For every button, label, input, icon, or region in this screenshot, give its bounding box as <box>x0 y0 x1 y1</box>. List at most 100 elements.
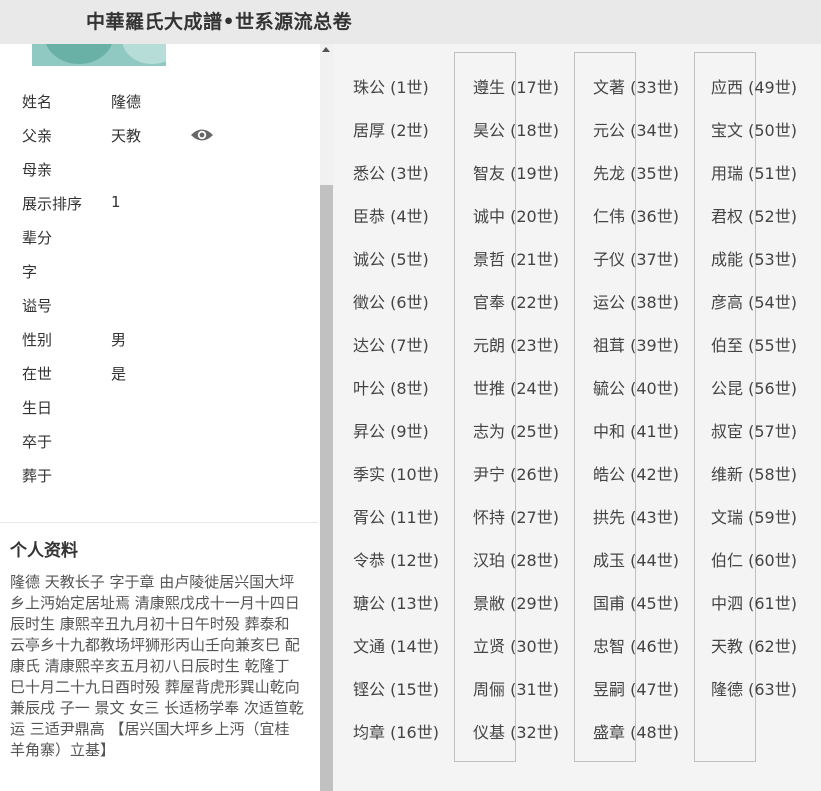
generation-item[interactable]: 景敝 (29世) <box>473 590 559 633</box>
generation-item[interactable]: 维新 (58世) <box>711 461 797 504</box>
generation-item[interactable]: 文著 (33世) <box>593 74 679 117</box>
profile-value: 1 <box>111 193 121 211</box>
profile-label: 字 <box>22 263 38 281</box>
profile-row: 在世 是 <box>0 361 300 395</box>
profile-info-list: 姓名 隆德父亲 天教母亲展示排序 1 辈分字谥号性别 男在世 是生日卒于葬于 <box>0 89 300 497</box>
generation-item[interactable]: 仪基 (32世) <box>473 719 559 762</box>
scrollbar[interactable] <box>320 44 333 791</box>
generation-item[interactable]: 均章 (16世) <box>353 719 439 762</box>
profile-row: 字 <box>0 259 300 293</box>
generation-item[interactable]: 叶公 (8世) <box>353 375 429 418</box>
generation-item[interactable]: 忠智 (46世) <box>593 633 679 676</box>
generation-item[interactable]: 诚公 (5世) <box>353 246 429 289</box>
generation-item[interactable]: 伯仁 (60世) <box>711 547 797 590</box>
generation-item[interactable]: 中泗 (61世) <box>711 590 797 633</box>
generation-item[interactable]: 胥公 (11世) <box>353 504 439 547</box>
generation-item[interactable]: 志为 (25世) <box>473 418 559 461</box>
profile-row: 生日 <box>0 395 300 429</box>
generation-item[interactable]: 昊公 (18世) <box>473 117 559 160</box>
generation-item[interactable]: 公昆 (56世) <box>711 375 797 418</box>
generation-item[interactable]: 瑭公 (13世) <box>353 590 439 633</box>
generation-item[interactable]: 天教 (62世) <box>711 633 797 676</box>
generation-item[interactable]: 世推 (24世) <box>473 375 559 418</box>
generation-item[interactable]: 怀持 (27世) <box>473 504 559 547</box>
profile-row: 姓名 隆德 <box>0 89 300 123</box>
generation-item[interactable]: 皓公 (42世) <box>593 461 679 504</box>
generation-item[interactable]: 运公 (38世) <box>593 289 679 332</box>
profile-row: 展示排序 1 <box>0 191 300 225</box>
generation-item[interactable]: 文瑞 (59世) <box>711 504 797 547</box>
scroll-up-arrow-icon[interactable] <box>322 47 330 52</box>
generation-item[interactable]: 诚中 (20世) <box>473 203 559 246</box>
generation-item[interactable]: 子仪 (37世) <box>593 246 679 289</box>
generation-item[interactable]: 盛章 (48世) <box>593 719 679 762</box>
profile-label: 谥号 <box>22 297 53 315</box>
generation-item[interactable]: 彦高 (54世) <box>711 289 797 332</box>
divider <box>0 522 318 523</box>
generation-item[interactable]: 先龙 (35世) <box>593 160 679 203</box>
profile-row: 葬于 <box>0 463 300 497</box>
profile-label: 父亲 <box>22 127 53 145</box>
generation-item[interactable]: 中和 (41世) <box>593 418 679 461</box>
generation-item[interactable]: 徵公 (6世) <box>353 289 429 332</box>
generation-item[interactable]: 元公 (34世) <box>593 117 679 160</box>
personal-info-heading: 个人资料 <box>10 541 78 561</box>
generation-item[interactable]: 昇公 (9世) <box>353 418 429 461</box>
generation-item[interactable]: 景哲 (21世) <box>473 246 559 289</box>
generation-item[interactable]: 叔宦 (57世) <box>711 418 797 461</box>
page-title: 中華羅氏大成譜•世系源流总卷 <box>86 11 353 33</box>
generation-item[interactable]: 遵生 (17世) <box>473 74 559 117</box>
profile-row: 性别 男 <box>0 327 300 361</box>
profile-row: 母亲 <box>0 157 300 191</box>
generation-item[interactable]: 昱嗣 (47世) <box>593 676 679 719</box>
generation-item[interactable]: 君权 (52世) <box>711 203 797 246</box>
generation-item[interactable]: 周俪 (31世) <box>473 676 559 719</box>
profile-value: 是 <box>111 365 127 383</box>
generation-item[interactable]: 悉公 (3世) <box>353 160 429 203</box>
header-bar: 中華羅氏大成譜•世系源流总卷 <box>0 0 821 44</box>
eye-icon[interactable] <box>190 127 214 143</box>
profile-row: 卒于 <box>0 429 300 463</box>
generation-item[interactable]: 祖茸 (39世) <box>593 332 679 375</box>
generation-item[interactable]: 珠公 (1世) <box>353 74 429 117</box>
profile-label: 辈分 <box>22 229 53 247</box>
avatar <box>32 44 166 66</box>
generation-item[interactable]: 季实 (10世) <box>353 461 439 504</box>
profile-label: 性别 <box>22 331 53 349</box>
generation-item[interactable]: 成玉 (44世) <box>593 547 679 590</box>
generation-item[interactable]: 达公 (7世) <box>353 332 429 375</box>
generation-item[interactable]: 臣恭 (4世) <box>353 203 429 246</box>
profile-value: 天教 <box>111 127 142 145</box>
generation-item[interactable]: 智友 (19世) <box>473 160 559 203</box>
profile-label: 姓名 <box>22 93 53 111</box>
generation-tree-panel: 珠公 (1世) 居厚 (2世) 悉公 (3世) 臣恭 (4世) 诚公 (5世) 徵公 (6… <box>333 44 821 791</box>
profile-label: 生日 <box>22 399 53 417</box>
generation-item[interactable]: 仁伟 (36世) <box>593 203 679 246</box>
generation-item[interactable]: 成能 (53世) <box>711 246 797 289</box>
generation-item[interactable]: 毓公 (40世) <box>593 375 679 418</box>
scrollbar-thumb[interactable] <box>320 185 333 791</box>
generation-item[interactable]: 拱先 (43世) <box>593 504 679 547</box>
generation-item[interactable]: 隆德 (63世) <box>711 676 797 719</box>
generation-item[interactable]: 伯至 (55世) <box>711 332 797 375</box>
generation-item[interactable]: 国甫 (45世) <box>593 590 679 633</box>
profile-label: 葬于 <box>22 467 53 485</box>
profile-label: 在世 <box>22 365 53 383</box>
generation-item[interactable]: 用瑞 (51世) <box>711 160 797 203</box>
profile-label: 母亲 <box>22 161 53 179</box>
generation-item[interactable]: 令恭 (12世) <box>353 547 439 590</box>
generation-item[interactable]: 尹宁 (26世) <box>473 461 559 504</box>
generation-item[interactable]: 汉珀 (28世) <box>473 547 559 590</box>
generation-item[interactable]: 立贤 (30世) <box>473 633 559 676</box>
profile-label: 卒于 <box>22 433 53 451</box>
generation-item[interactable]: 应西 (49世) <box>711 74 797 117</box>
generation-item[interactable]: 宝文 (50世) <box>711 117 797 160</box>
generation-item[interactable]: 官奉 (22世) <box>473 289 559 332</box>
generation-item[interactable]: 文通 (14世) <box>353 633 439 676</box>
profile-value: 男 <box>111 331 127 349</box>
profile-panel: 姓名 隆德 父亲 天教 母亲 展示排序 1 辈分字谥号 性别 男在世 是生日 卒于 葬于 个人资料 隆德… <box>0 44 320 791</box>
generation-item[interactable]: 元朗 (23世) <box>473 332 559 375</box>
generation-item[interactable]: 铿公 (15世) <box>353 676 439 719</box>
generation-item[interactable]: 居厚 (2世) <box>353 117 429 160</box>
profile-row: 父亲 天教 <box>0 123 300 157</box>
